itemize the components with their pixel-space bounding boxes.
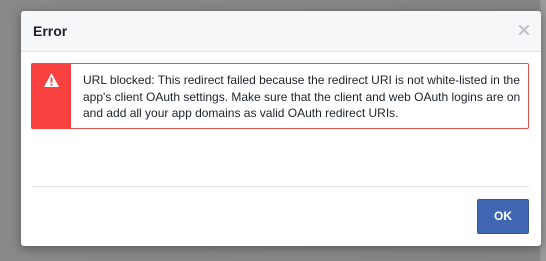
warning-icon [44,73,59,87]
error-icon-block [31,63,71,129]
close-icon[interactable] [517,23,531,37]
dialog-title: Error [33,23,68,39]
error-message-text: URL blocked: This redirect failed becaus… [83,73,521,120]
dialog-footer-divider [33,186,529,187]
dialog-header: Error [21,11,541,52]
error-message-box: URL blocked: This redirect failed becaus… [31,63,529,129]
error-dialog: Error URL blocked: This redirect failed … [21,11,541,246]
ok-button[interactable]: OK [477,199,529,234]
